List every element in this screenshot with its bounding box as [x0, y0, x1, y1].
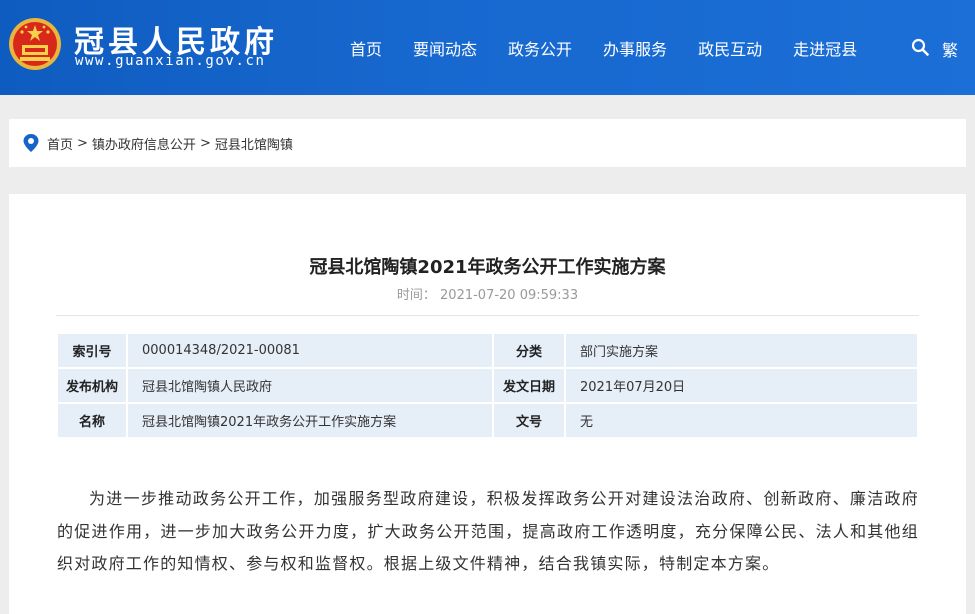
site-url: www.guanxian.gov.cn [75, 53, 266, 69]
doc-no-label: 文号 [494, 404, 564, 437]
date-value: 2021年07月20日 [566, 369, 917, 402]
publisher-value: 冠县北馆陶镇人民政府 [128, 369, 492, 402]
name-label: 名称 [58, 404, 126, 437]
traditional-chinese-toggle[interactable]: 繁 [942, 37, 958, 61]
national-emblem-icon[interactable] [8, 17, 62, 71]
date-label: 发文日期 [494, 369, 564, 402]
table-row: 发布机构 冠县北馆陶镇人民政府 发文日期 2021年07月20日 [58, 369, 917, 402]
doc-no-value: 无 [566, 404, 917, 437]
breadcrumb-town-info[interactable]: 镇办政府信息公开 [92, 134, 196, 153]
name-value: 冠县北馆陶镇2021年政务公开工作实施方案 [128, 404, 492, 437]
table-row: 索引号 000014348/2021-00081 分类 部门实施方案 [58, 334, 917, 367]
nav-item-services[interactable]: 办事服务 [603, 36, 667, 60]
nav-item-interaction[interactable]: 政民互动 [698, 36, 762, 60]
main-nav: 首页 要闻动态 政务公开 办事服务 政民互动 走进冠县 [350, 0, 888, 95]
article-body: 为进一步推动政务公开工作，加强服务型政府建设，积极发挥政务公开对建设法治政府、创… [57, 489, 919, 573]
breadcrumb-town[interactable]: 冠县北馆陶镇 [215, 134, 293, 153]
nav-item-news[interactable]: 要闻动态 [413, 36, 477, 60]
location-pin-icon [23, 134, 39, 152]
article-title: 冠县北馆陶镇2021年政务公开工作实施方案 [309, 257, 666, 278]
site-header: 冠县人民政府 www.guanxian.gov.cn 首页 要闻动态 政务公开 … [0, 0, 975, 95]
breadcrumb-separator: > [199, 135, 211, 151]
category-label: 分类 [494, 334, 564, 367]
breadcrumb: 首页 > 镇办政府信息公开 > 冠县北馆陶镇 [9, 119, 966, 167]
article-panel: 冠县北馆陶镇2021年政务公开工作实施方案 时间： 2021-07-20 09:… [9, 194, 966, 614]
category-value: 部门实施方案 [566, 334, 917, 367]
time-label: 时间： [396, 288, 436, 303]
nav-item-about[interactable]: 走进冠县 [793, 36, 857, 60]
title-divider [56, 315, 919, 316]
search-icon[interactable] [911, 38, 929, 56]
nav-item-gov-affairs[interactable]: 政务公开 [508, 36, 572, 60]
index-label: 索引号 [58, 334, 126, 367]
breadcrumb-separator: > [77, 135, 88, 151]
index-value: 000014348/2021-00081 [128, 334, 492, 367]
nav-item-home[interactable]: 首页 [350, 36, 382, 60]
article-time: 时间： 2021-07-20 09:59:33 [9, 284, 966, 303]
publisher-label: 发布机构 [58, 369, 126, 402]
breadcrumb-home[interactable]: 首页 [47, 134, 73, 153]
table-row: 名称 冠县北馆陶镇2021年政务公开工作实施方案 文号 无 [58, 404, 917, 437]
time-value: 2021-07-20 09:59:33 [440, 288, 579, 303]
meta-table: 索引号 000014348/2021-00081 分类 部门实施方案 发布机构 … [56, 332, 919, 439]
